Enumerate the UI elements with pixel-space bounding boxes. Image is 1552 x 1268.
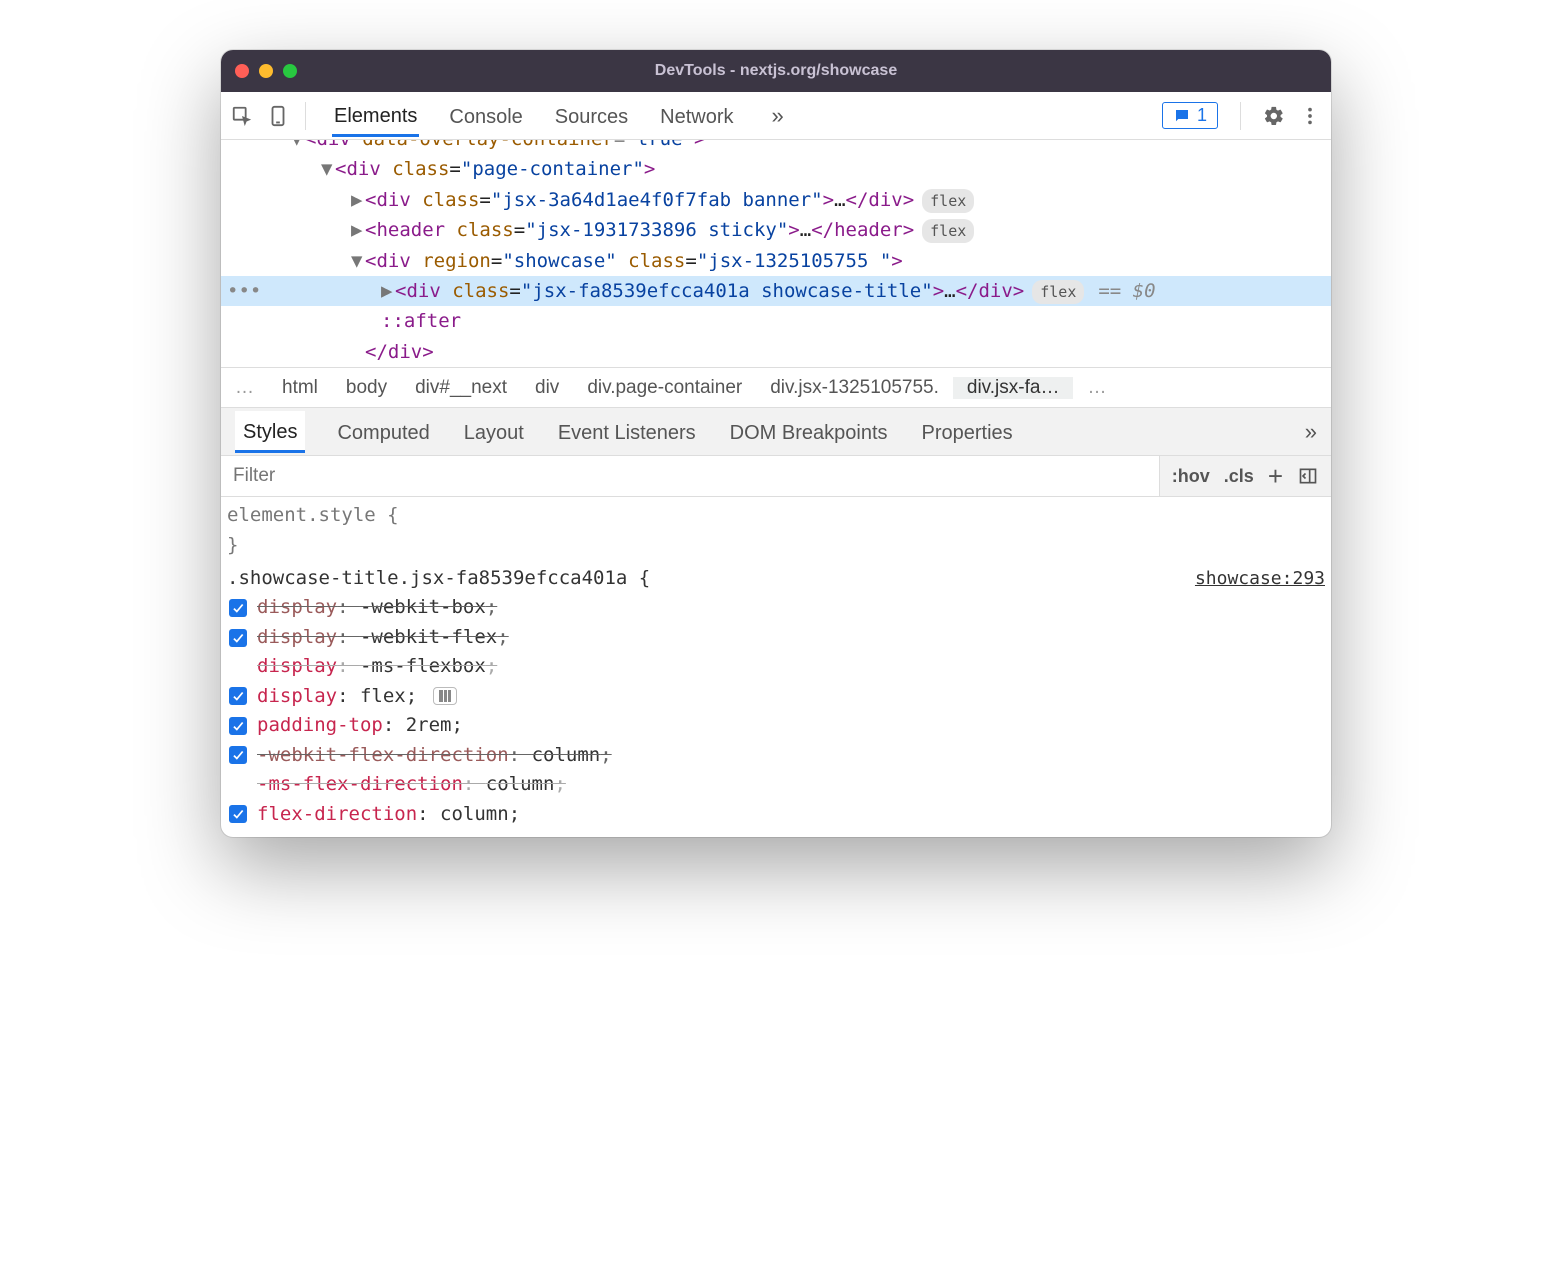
css-declaration[interactable]: padding-top: 2rem; — [257, 711, 463, 740]
styles-filter-bar: :hov .cls + — [221, 455, 1331, 497]
devtools-window: DevTools - nextjs.org/showcase Elements … — [221, 50, 1331, 837]
dom-line[interactable]: ::after — [221, 306, 1331, 336]
new-style-rule-button[interactable]: + — [1268, 461, 1283, 492]
dom-line[interactable]: ▼<div region="showcase" class="jsx-13251… — [221, 246, 1331, 276]
window-title: DevTools - nextjs.org/showcase — [221, 62, 1331, 80]
titlebar: DevTools - nextjs.org/showcase — [221, 50, 1331, 92]
panel-tabs: Elements Console Sources Network » — [332, 95, 784, 137]
more-stabs-icon[interactable]: » — [1305, 419, 1317, 445]
console-reference: == $0 — [1098, 280, 1155, 302]
dom-line[interactable]: </div> — [221, 337, 1331, 367]
kebab-menu-icon[interactable] — [1299, 105, 1321, 127]
dom-tree[interactable]: ▼<div data-overlay-container="true"> ▼<d… — [221, 140, 1331, 367]
stab-computed[interactable]: Computed — [335, 412, 431, 451]
toggle-sidebar-icon[interactable] — [1297, 465, 1319, 487]
crumb-more-left[interactable]: … — [221, 377, 268, 399]
css-property-row[interactable]: -ms-flex-direction: column; — [227, 770, 1325, 799]
hov-toggle[interactable]: :hov — [1172, 466, 1210, 487]
flex-badge[interactable]: flex — [922, 219, 974, 243]
device-toolbar-icon[interactable] — [267, 105, 289, 127]
crumb-more-right[interactable]: … — [1073, 377, 1120, 399]
rule-selector[interactable]: .showcase-title.jsx-fa8539efcca401a { — [227, 564, 650, 593]
styles-pane[interactable]: element.style { } .showcase-title.jsx-fa… — [221, 497, 1331, 837]
issues-count: 1 — [1197, 105, 1207, 126]
dom-line[interactable]: ▶<div class="jsx-3a64d1ae4f0f7fab banner… — [221, 185, 1331, 215]
cls-toggle[interactable]: .cls — [1224, 466, 1254, 487]
tab-network[interactable]: Network — [658, 96, 735, 135]
dom-line-selected[interactable]: ••• ▶<div class="jsx-fa8539efcca401a sho… — [221, 276, 1331, 306]
property-toggle-checkbox[interactable] — [229, 687, 247, 705]
css-declaration[interactable]: display: flex; — [257, 682, 417, 711]
dom-line[interactable]: ▼<div class="page-container"> — [221, 154, 1331, 184]
css-property-row[interactable]: padding-top: 2rem; — [227, 711, 1325, 740]
more-tabs-icon[interactable]: » — [772, 103, 784, 129]
crumb[interactable]: div.page-container — [573, 377, 756, 399]
dom-line[interactable]: ▶<header class="jsx-1931733896 sticky">…… — [221, 215, 1331, 245]
main-toolbar: Elements Console Sources Network » 1 — [221, 92, 1331, 140]
css-property-row[interactable]: -webkit-flex-direction: column; — [227, 741, 1325, 770]
inspect-element-icon[interactable] — [231, 105, 253, 127]
stab-event-listeners[interactable]: Event Listeners — [556, 412, 698, 451]
issues-button[interactable]: 1 — [1162, 102, 1218, 129]
tab-elements[interactable]: Elements — [332, 95, 419, 137]
property-toggle-checkbox[interactable] — [229, 599, 247, 617]
settings-gear-icon[interactable] — [1263, 105, 1285, 127]
flexbox-editor-icon[interactable] — [433, 687, 457, 705]
stab-layout[interactable]: Layout — [462, 412, 526, 451]
stab-properties[interactable]: Properties — [920, 412, 1015, 451]
stab-styles[interactable]: Styles — [235, 411, 305, 453]
flex-badge[interactable]: flex — [922, 189, 974, 213]
tab-sources[interactable]: Sources — [553, 96, 630, 135]
css-property-row[interactable]: display: -webkit-flex; — [227, 623, 1325, 652]
crumb-selected[interactable]: div.jsx-fa… — [953, 377, 1074, 399]
styles-panel-tabs: Styles Computed Layout Event Listeners D… — [221, 407, 1331, 455]
property-toggle-checkbox[interactable] — [229, 629, 247, 647]
flex-badge[interactable]: flex — [1032, 280, 1084, 304]
property-toggle-checkbox[interactable] — [229, 746, 247, 764]
css-declaration[interactable]: display: -webkit-box; — [257, 593, 497, 622]
css-property-row[interactable]: display: -webkit-box; — [227, 593, 1325, 622]
css-declaration[interactable]: display: -ms-flexbox; — [257, 652, 497, 681]
crumb[interactable]: html — [268, 377, 332, 399]
css-declaration[interactable]: display: -webkit-flex; — [257, 623, 509, 652]
ellipsis-icon[interactable]: ••• — [227, 276, 261, 306]
tab-console[interactable]: Console — [447, 96, 524, 135]
css-declaration[interactable]: -ms-flex-direction: column; — [257, 770, 566, 799]
css-property-row[interactable]: display: -ms-flexbox; — [227, 652, 1325, 681]
crumb[interactable]: body — [332, 377, 401, 399]
css-property-row[interactable]: display: flex; — [227, 682, 1325, 711]
crumb[interactable]: div#__next — [401, 377, 521, 399]
element-style-header[interactable]: element.style { — [227, 501, 1325, 530]
css-property-row[interactable]: flex-direction: column; — [227, 800, 1325, 829]
styles-filter-input[interactable] — [221, 456, 1159, 496]
stab-dom-breakpoints[interactable]: DOM Breakpoints — [728, 412, 890, 451]
css-declaration[interactable]: -webkit-flex-direction: column; — [257, 741, 612, 770]
crumb[interactable]: div.jsx-1325105755. — [756, 377, 953, 399]
crumb[interactable]: div — [521, 377, 573, 399]
css-declaration[interactable]: flex-direction: column; — [257, 800, 520, 829]
property-toggle-checkbox[interactable] — [229, 717, 247, 735]
element-style-close: } — [227, 531, 1325, 560]
property-toggle-checkbox[interactable] — [229, 805, 247, 823]
dom-line[interactable]: ▼<div data-overlay-container="true"> — [221, 140, 1331, 154]
rule-source-link[interactable]: showcase:293 — [1195, 565, 1325, 593]
dom-breadcrumbs: … html body div#__next div div.page-cont… — [221, 367, 1331, 407]
